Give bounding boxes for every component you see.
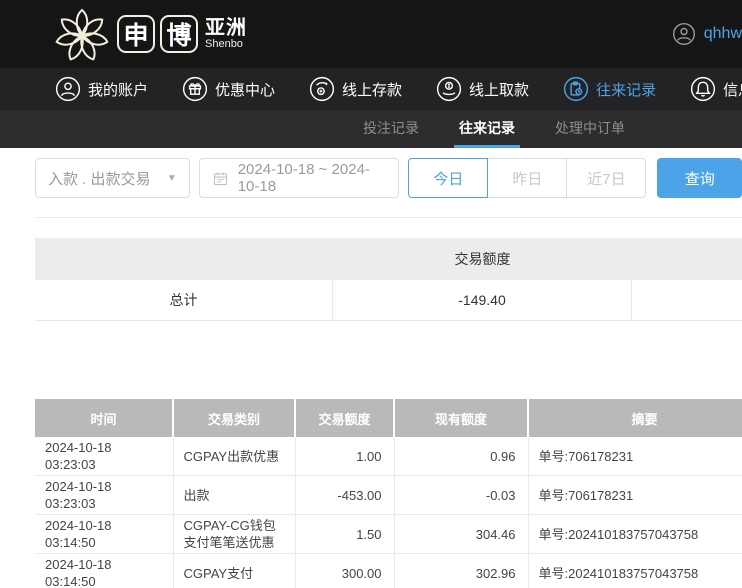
filter-bar: 入款 . 出款交易 ▼ 2024-10-18 ~ 2024-10-18 今日 昨…	[35, 158, 742, 198]
col-header-summary: 摘要	[528, 399, 742, 437]
cell-time: 2024-10-18 03:23:03	[35, 437, 173, 476]
cell-amount: -453.00	[295, 476, 394, 515]
logo-char-bo: 博	[160, 15, 198, 53]
avatar-icon	[672, 22, 696, 46]
col-header-time: 时间	[35, 399, 173, 437]
cell-amount: 1.00	[295, 437, 394, 476]
last-7-days-button[interactable]: 近7日	[566, 158, 646, 198]
user-icon	[55, 76, 81, 102]
date-range-input[interactable]: 2024-10-18 ~ 2024-10-18	[199, 158, 400, 198]
summary-header-amount: 交易额度	[333, 249, 632, 269]
nav-label: 线上取款	[469, 79, 529, 100]
nav-label: 信息	[723, 79, 742, 100]
today-button[interactable]: 今日	[408, 158, 488, 198]
deposit-icon	[309, 76, 335, 102]
nav-label: 线上存款	[342, 79, 402, 100]
cell-balance: -0.03	[394, 476, 528, 515]
transaction-type-value: 入款 . 出款交易	[48, 168, 151, 189]
nav-label: 往来记录	[596, 79, 656, 100]
table-row: 2024-10-18 03:14:50 CGPAY-CG钱包支付笔笔送优惠 1.…	[35, 515, 742, 554]
transactions-table: 时间 交易类别 交易额度 现有额度 摘要 2024-10-18 03:23:03…	[35, 399, 742, 588]
tab-transaction-records[interactable]: 往来记录	[454, 110, 520, 148]
flower-icon	[52, 4, 112, 64]
cell-balance: 302.96	[394, 554, 528, 588]
col-header-amount: 交易额度	[295, 399, 394, 437]
transaction-type-select[interactable]: 入款 . 出款交易 ▼	[35, 158, 190, 198]
nav-label: 我的账户	[88, 79, 148, 100]
records-icon	[563, 76, 589, 102]
brand-logo[interactable]: 申 博 亚洲 Shenbo	[52, 4, 247, 64]
logo-region-en: Shenbo	[205, 39, 247, 51]
summary-total-label: 总计	[35, 280, 333, 320]
col-header-balance: 现有额度	[394, 399, 528, 437]
cell-amount: 300.00	[295, 554, 394, 588]
nav-label: 优惠中心	[215, 79, 275, 100]
cell-balance: 0.96	[394, 437, 528, 476]
gift-icon	[182, 76, 208, 102]
cell-balance: 304.46	[394, 515, 528, 554]
yesterday-button[interactable]: 昨日	[487, 158, 567, 198]
sub-nav: 投注记录 往来记录 处理中订单	[0, 110, 742, 148]
summary-header-row: 交易额度	[35, 238, 742, 280]
user-account[interactable]: qhhw	[672, 0, 742, 68]
summary-total-row: 总计 -149.40	[35, 280, 742, 321]
cell-type: CGPAY出款优惠	[173, 437, 295, 476]
username[interactable]: qhhw	[704, 25, 742, 43]
cell-time: 2024-10-18 03:23:03	[35, 476, 173, 515]
cell-type: CGPAY支付	[173, 554, 295, 588]
cell-summary: 单号:202410183757043758	[528, 554, 742, 588]
nav-item-deposit[interactable]: 线上存款	[309, 76, 402, 102]
query-button[interactable]: 查询	[657, 158, 742, 198]
calendar-icon	[212, 170, 229, 187]
cell-time: 2024-10-18 03:14:50	[35, 515, 173, 554]
page: 申 博 亚洲 Shenbo qhhw 我的账户	[0, 0, 742, 588]
date-range-value: 2024-10-18 ~ 2024-10-18	[238, 161, 387, 195]
tab-pending-orders[interactable]: 处理中订单	[550, 110, 630, 148]
cell-summary: 单号:202410183757043758	[528, 515, 742, 554]
nav-item-my-account[interactable]: 我的账户	[55, 76, 148, 102]
nav-item-transaction-records[interactable]: 往来记录	[563, 76, 656, 102]
section-divider	[35, 217, 742, 218]
nav-item-promotions[interactable]: 优惠中心	[182, 76, 275, 102]
summary-total-value: -149.40	[333, 280, 632, 320]
table-header-row: 时间 交易类别 交易额度 现有额度 摘要	[35, 399, 742, 437]
tab-betting-records[interactable]: 投注记录	[358, 110, 424, 148]
bell-icon	[690, 76, 716, 102]
table-row: 2024-10-18 03:23:03 CGPAY出款优惠 1.00 0.96 …	[35, 437, 742, 476]
table-row: 2024-10-18 03:14:50 CGPAY支付 300.00 302.9…	[35, 554, 742, 588]
logo-char-shen: 申	[117, 15, 155, 53]
cell-time: 2024-10-18 03:14:50	[35, 554, 173, 588]
col-header-type: 交易类别	[173, 399, 295, 437]
main-nav: 我的账户 优惠中心 线上存款 线上取款	[0, 68, 742, 110]
date-quick-buttons: 今日 昨日 近7日	[408, 158, 646, 198]
cell-amount: 1.50	[295, 515, 394, 554]
logo-region-cn: 亚洲	[205, 18, 247, 39]
nav-item-messages[interactable]: 信息	[690, 76, 742, 102]
cell-type: 出款	[173, 476, 295, 515]
nav-item-withdraw[interactable]: 线上取款	[436, 76, 529, 102]
cell-summary: 单号:706178231	[528, 437, 742, 476]
top-header: 申 博 亚洲 Shenbo qhhw	[0, 0, 742, 68]
logo-region: 亚洲 Shenbo	[205, 18, 247, 51]
cell-type: CGPAY-CG钱包支付笔笔送优惠	[173, 515, 295, 554]
withdraw-icon	[436, 76, 462, 102]
summary-table: 交易额度 总计 -149.40	[35, 238, 742, 321]
chevron-down-icon: ▼	[167, 173, 177, 184]
summary-total-extra	[632, 280, 742, 320]
table-row: 2024-10-18 03:23:03 出款 -453.00 -0.03 单号:…	[35, 476, 742, 515]
cell-summary: 单号:706178231	[528, 476, 742, 515]
